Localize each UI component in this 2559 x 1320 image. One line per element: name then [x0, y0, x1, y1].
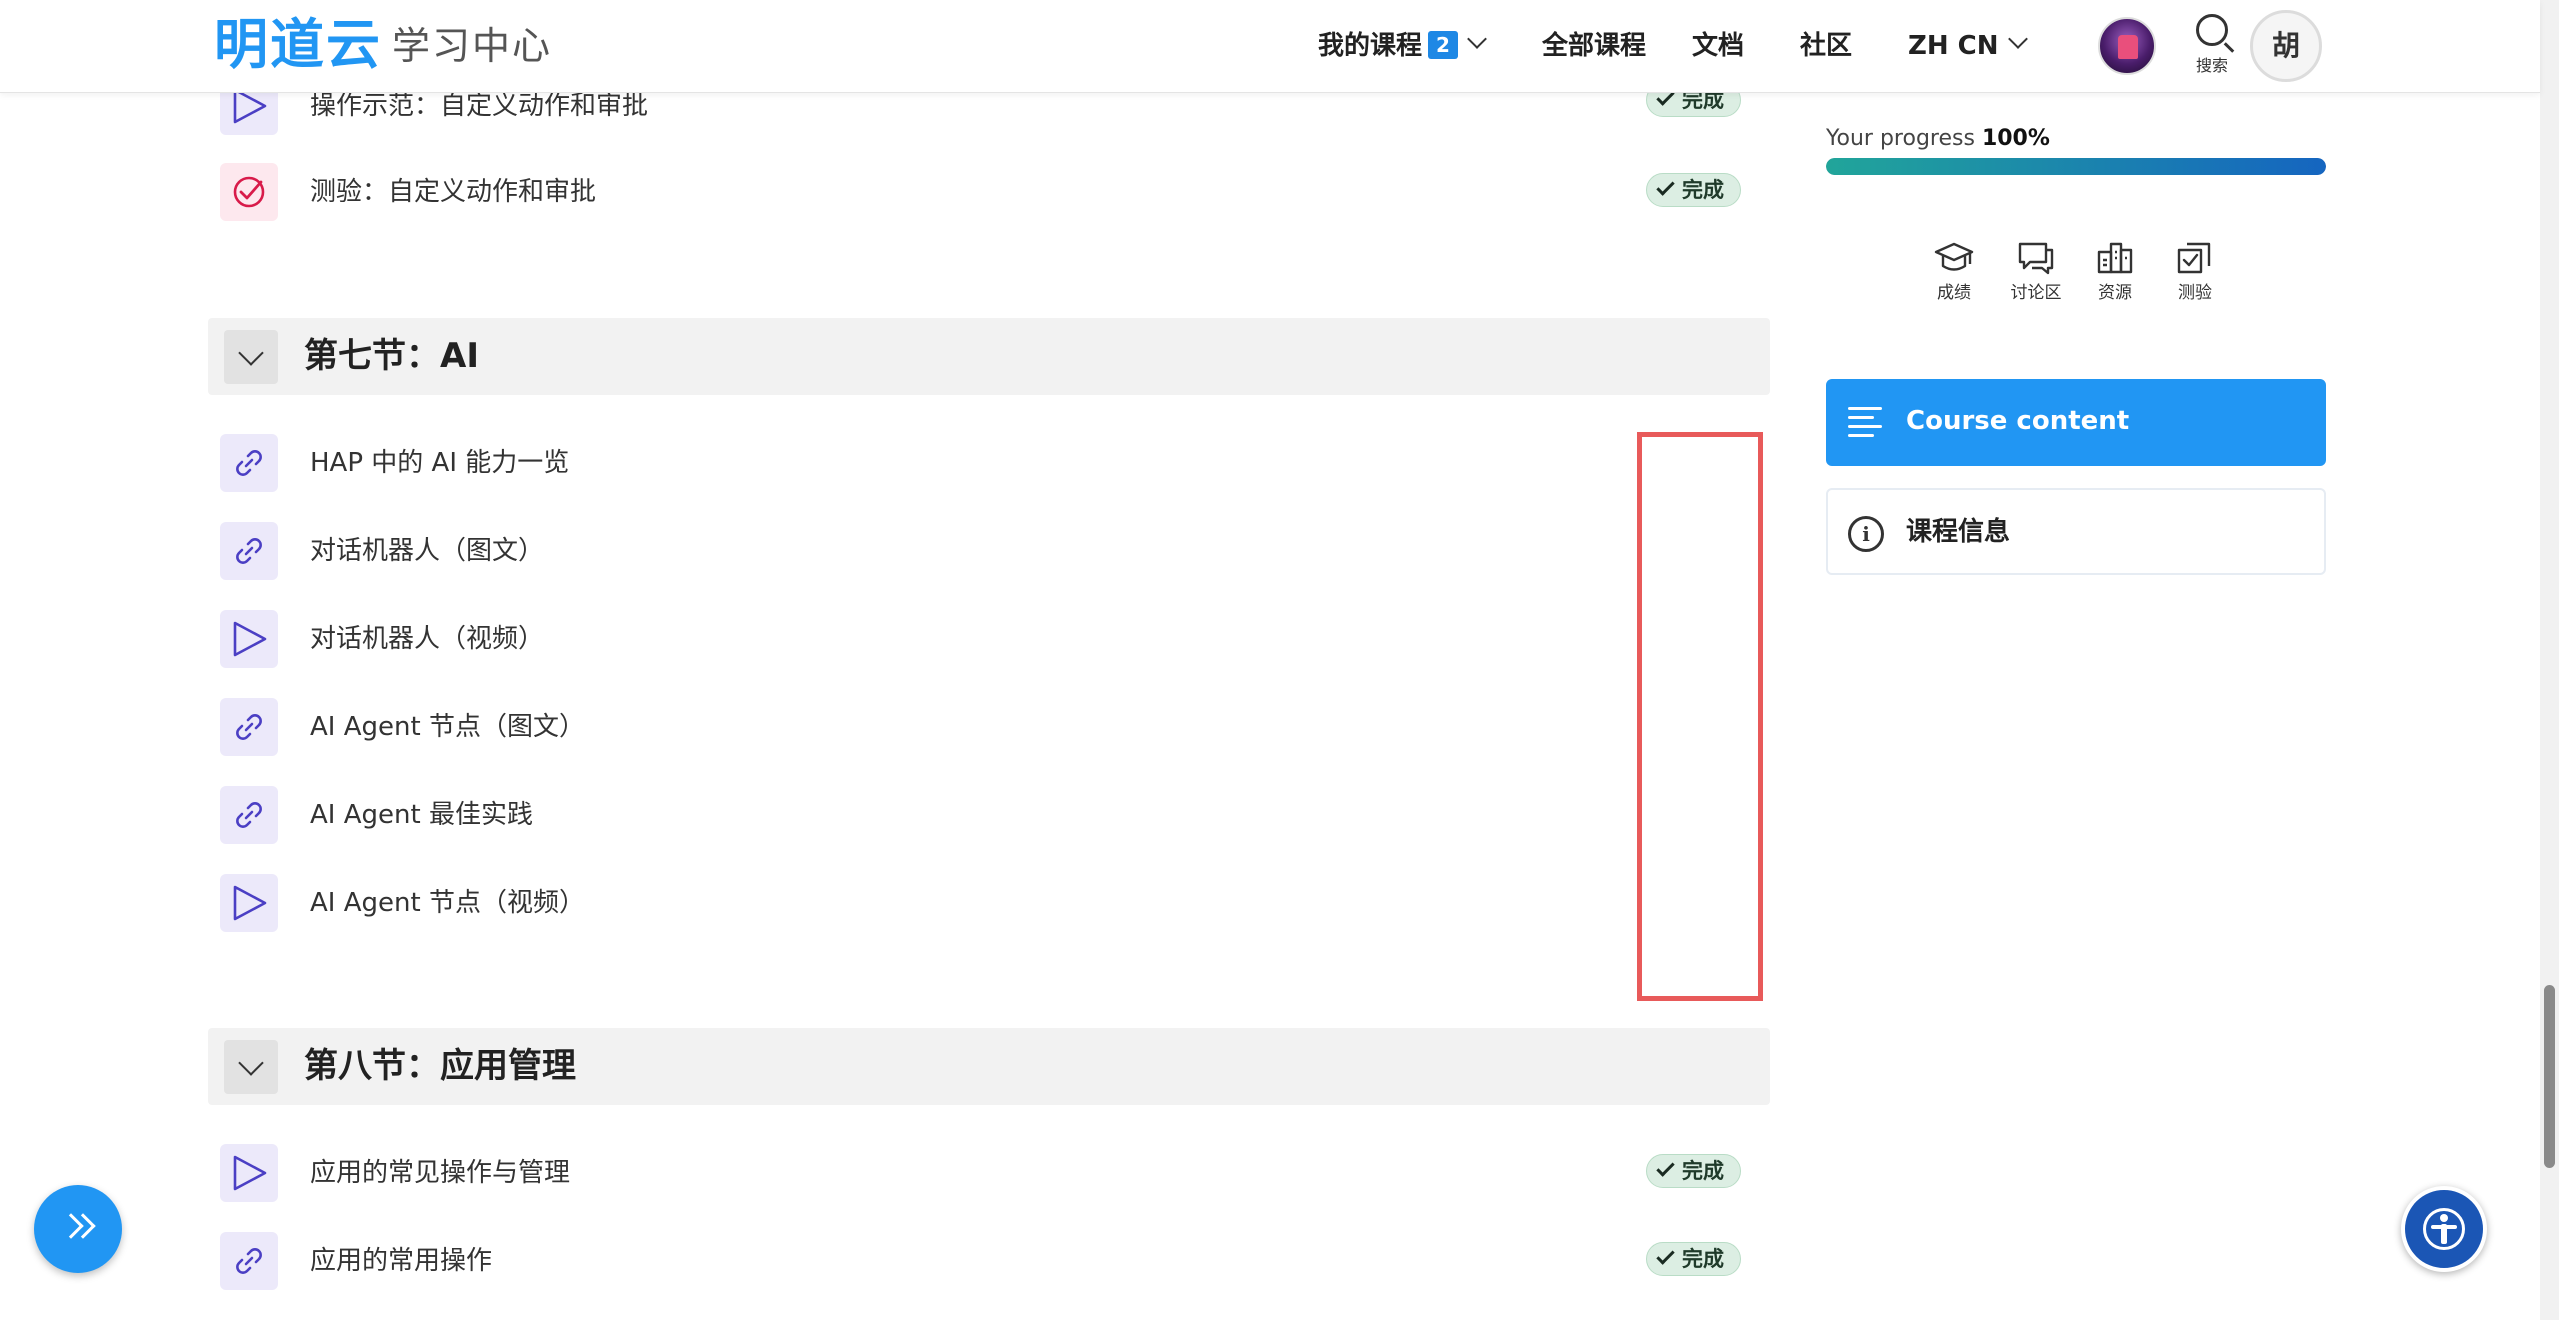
- tool-label: 资源: [2098, 283, 2132, 303]
- progress-fill: [1826, 158, 2326, 175]
- lesson-row[interactable]: 应用的常见操作与管理 完成: [220, 1138, 1760, 1208]
- lesson-row[interactable]: 对话机器人（视频）: [220, 604, 1760, 674]
- language-selector[interactable]: ZH CN: [1908, 26, 2028, 66]
- link-icon: [220, 698, 278, 756]
- lesson-title: 对话机器人（视频）: [310, 624, 545, 654]
- complete-label: 完成: [1682, 178, 1724, 202]
- chevron-down-icon: [1467, 29, 1487, 49]
- chevron-down-icon[interactable]: [224, 1040, 278, 1094]
- section-title: 第七节：AI: [304, 336, 479, 376]
- chevron-down-icon[interactable]: [224, 330, 278, 384]
- link-icon: [220, 522, 278, 580]
- profile-image[interactable]: [2098, 17, 2156, 75]
- complete-label: 完成: [1682, 1159, 1724, 1183]
- check-icon: [1656, 177, 1675, 196]
- complete-badge: 完成: [1646, 173, 1741, 207]
- lesson-title: 测验：自定义动作和审批: [310, 177, 597, 207]
- link-icon: [220, 1232, 278, 1290]
- lesson-row[interactable]: AI Agent 节点（视频）: [220, 868, 1760, 938]
- brand-logo[interactable]: 明道云: [214, 14, 382, 76]
- section-header-8[interactable]: 第八节：应用管理: [208, 1028, 1770, 1105]
- lesson-row[interactable]: AI Agent 节点（图文）: [220, 692, 1760, 762]
- scroll-thumb[interactable]: [2544, 985, 2555, 1168]
- nav-my-courses-label: 我的课程: [1318, 31, 1423, 61]
- course-content-label: Course content: [1906, 406, 2130, 436]
- check-icon: [1656, 1158, 1675, 1177]
- tool-discussion[interactable]: 讨论区: [1996, 240, 2076, 304]
- lesson-title: 应用的常见操作与管理: [310, 1158, 571, 1188]
- top-header: 明道云 学习中心 我的课程 2 全部课程 文档 社区 ZH CN 搜索 胡: [0, 0, 2540, 93]
- language-label: ZH CN: [1908, 31, 1999, 61]
- info-icon: i: [1848, 516, 1884, 552]
- link-icon: [220, 786, 278, 844]
- search-icon: [2196, 14, 2228, 46]
- complete-label: 完成: [1682, 1247, 1724, 1271]
- complete-badge: 完成: [1646, 1242, 1741, 1276]
- lesson-title: AI Agent 最佳实践: [310, 800, 533, 830]
- course-count-badge: 2: [1428, 31, 1458, 59]
- lesson-row[interactable]: 应用的常用操作 完成: [220, 1226, 1760, 1296]
- lesson-row[interactable]: 测验：自定义动作和审批 完成: [220, 157, 1760, 227]
- progress-bar: [1826, 158, 2326, 175]
- lesson-row[interactable]: AI Agent 最佳实践: [220, 780, 1760, 850]
- graduation-cap-icon: [1934, 242, 1974, 271]
- tool-grades[interactable]: 成绩: [1914, 240, 1994, 304]
- expand-sidebar-button[interactable]: [34, 1185, 122, 1273]
- section-header-7[interactable]: 第七节：AI: [208, 318, 1770, 395]
- play-icon: [220, 874, 278, 932]
- complete-badge: 完成: [1646, 1154, 1741, 1188]
- tool-quiz[interactable]: 测验: [2155, 240, 2235, 304]
- vertical-scrollbar[interactable]: [2540, 0, 2559, 1320]
- chat-icon: [2018, 242, 2054, 275]
- accessibility-button[interactable]: [2401, 1186, 2487, 1272]
- nav-docs[interactable]: 文档: [1692, 26, 1744, 66]
- play-icon: [220, 1144, 278, 1202]
- course-info-label: 课程信息: [1906, 517, 2011, 547]
- progress-value: 100%: [1981, 126, 2050, 151]
- quiz-check-icon: [220, 163, 278, 221]
- lesson-title: AI Agent 节点（视频）: [310, 888, 585, 918]
- site-subtitle: 学习中心: [392, 24, 553, 68]
- progress-label: Your progress 100%: [1826, 124, 2050, 154]
- tool-resources[interactable]: 资源: [2075, 240, 2155, 304]
- lesson-title: 应用的常用操作: [310, 1246, 493, 1276]
- link-icon: [220, 434, 278, 492]
- list-icon: [1848, 407, 1882, 443]
- user-avatar[interactable]: 胡: [2250, 10, 2322, 82]
- nav-community[interactable]: 社区: [1800, 26, 1852, 66]
- search-button[interactable]: 搜索: [2188, 14, 2236, 76]
- search-label: 搜索: [2195, 56, 2228, 75]
- lesson-title: HAP 中的 AI 能力一览: [310, 448, 570, 478]
- lesson-title: 对话机器人（图文）: [310, 536, 545, 566]
- check-icon: [1656, 1246, 1675, 1265]
- resources-icon: [2097, 242, 2133, 274]
- highlight-box: [1637, 432, 1763, 1001]
- chevron-down-icon: [2007, 29, 2028, 49]
- tool-label: 讨论区: [2010, 283, 2062, 303]
- nav-my-courses[interactable]: 我的课程 2: [1318, 26, 1487, 66]
- tool-label: 成绩: [1937, 283, 1971, 303]
- play-icon: [220, 610, 278, 668]
- course-content-button[interactable]: Course content: [1826, 379, 2326, 466]
- progress-text: Your progress: [1826, 126, 1975, 151]
- lesson-title: AI Agent 节点（图文）: [310, 712, 585, 742]
- nav-all-courses[interactable]: 全部课程: [1542, 26, 1646, 66]
- tool-label: 测验: [2178, 283, 2212, 303]
- lesson-row[interactable]: 对话机器人（图文）: [220, 516, 1760, 586]
- lesson-row[interactable]: HAP 中的 AI 能力一览: [220, 428, 1760, 498]
- quiz-icon: [2177, 242, 2211, 274]
- course-info-button[interactable]: i 课程信息: [1826, 488, 2326, 575]
- section-title: 第八节：应用管理: [304, 1046, 576, 1086]
